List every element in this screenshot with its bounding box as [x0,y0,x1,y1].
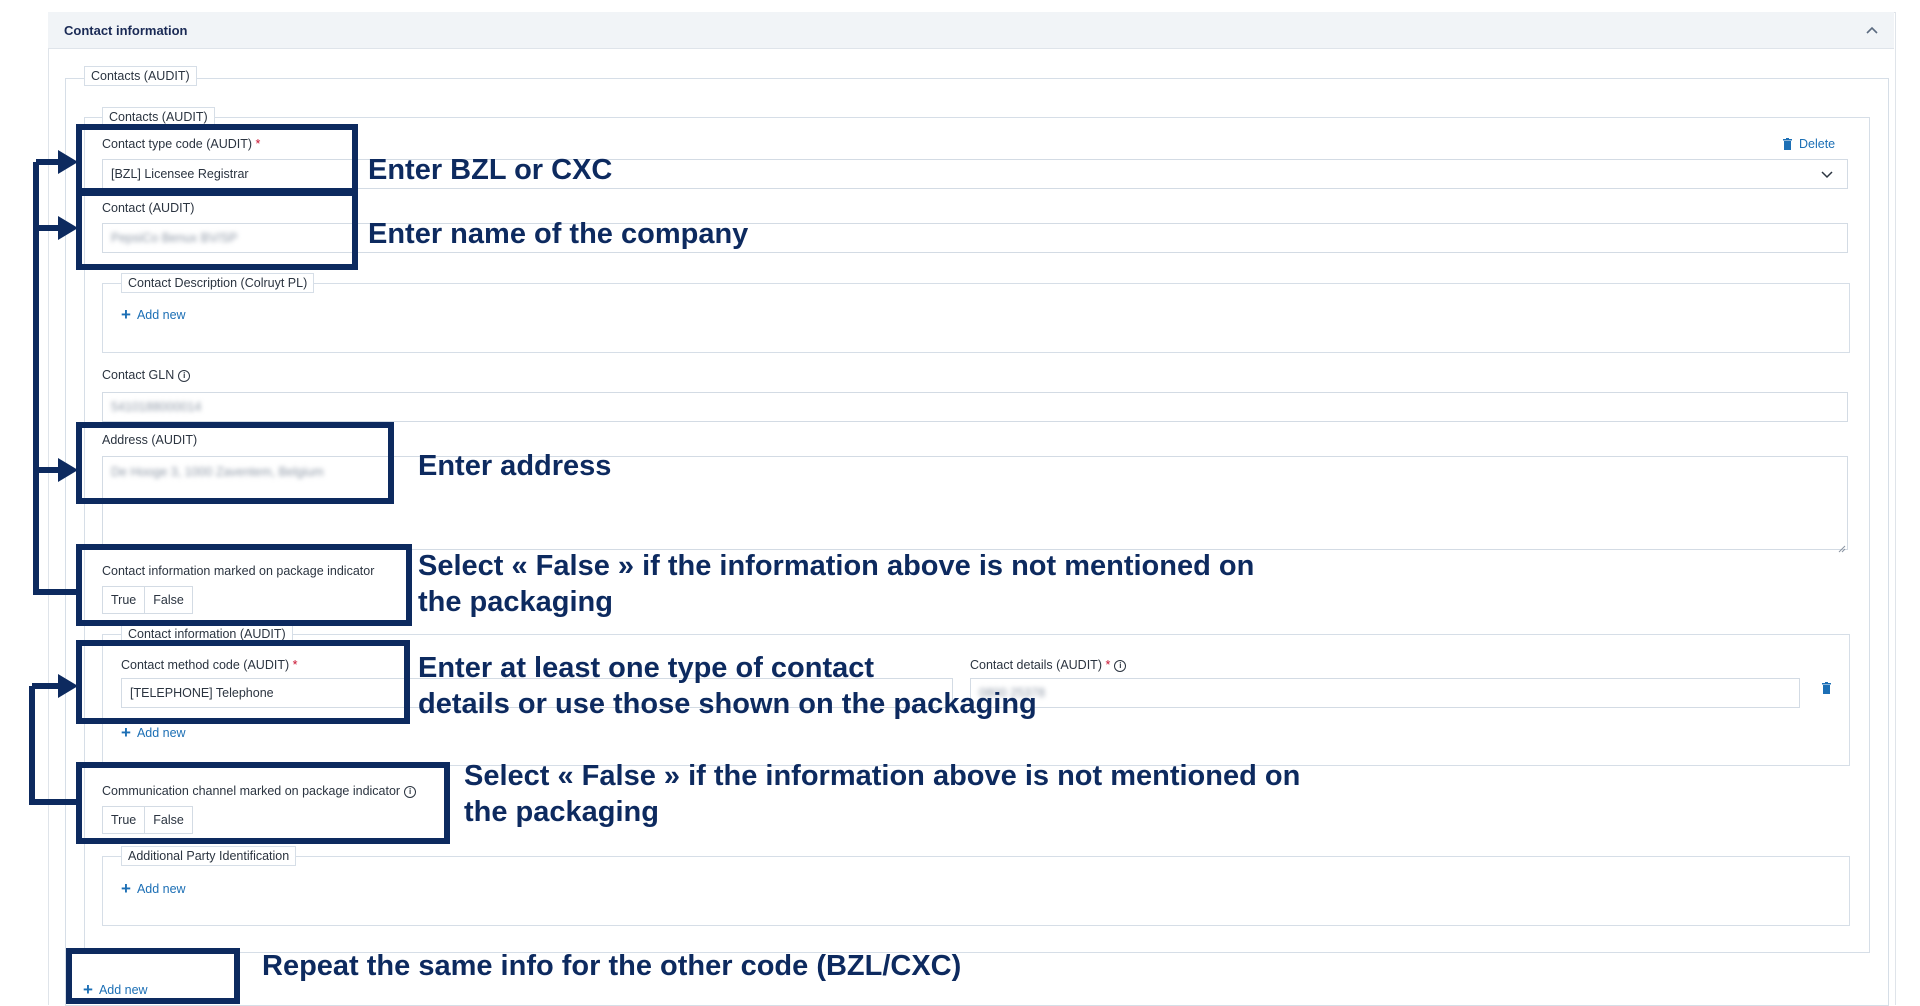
contact-description-fieldset [102,283,1850,353]
plus-icon: + [121,879,131,898]
annotation-enter-address: Enter address [418,450,612,482]
annotation-repeat: Repeat the same info for the other code … [262,950,962,982]
highlight-channel-indicator [76,762,450,844]
plus-icon: + [121,305,131,324]
info-icon[interactable]: i [178,369,191,382]
required-mark: * [1105,658,1111,672]
contact-details-input[interactable]: 0800 25378 [970,678,1800,708]
plus-icon: + [121,723,131,742]
trash-icon[interactable] [1821,681,1832,694]
annotation-channel-line1: Select « False » if the information abov… [464,760,1301,792]
add-new-label: Add new [136,882,186,896]
add-contact-description-button[interactable]: + Add new [121,305,186,324]
contact-type-select[interactable]: [BZL] Licensee Registrar [102,159,1848,189]
add-new-label: Add new [136,308,186,322]
contact-gln-value: 5410188000014 [111,400,202,414]
add-additional-party-button[interactable]: + Add new [121,879,186,898]
additional-party-legend: Additional Party Identification [121,846,297,866]
highlight-address [76,422,394,504]
annotation-enter-name: Enter name of the company [368,218,749,250]
annotation-enter-code: Enter BZL or CXC [368,154,613,186]
annotation-package-line1: Select « False » if the information abov… [418,550,1255,582]
trash-icon [1783,138,1792,150]
contact-description-legend: Contact Description (Colruyt PL) [121,273,315,293]
contact-details-label: Contact details (AUDIT) * i [970,658,1127,672]
chevron-up-icon[interactable] [1862,20,1882,40]
annotation-contact-line2: details or use those shown on the packag… [418,688,1037,720]
resize-handle-icon[interactable] [1838,540,1846,553]
contact-gln-input[interactable]: 5410188000014 [102,392,1848,422]
highlight-contact-method [76,640,410,724]
annotation-channel-line2: the packaging [464,796,659,828]
delete-label: Delete [1799,137,1836,151]
add-new-label: Add new [136,726,186,740]
annotation-arrows [29,150,78,805]
section-header[interactable] [48,12,1894,49]
add-contact-information-button[interactable]: + Add new [121,723,186,742]
annotation-contact-line1: Enter at least one type of contact [418,652,875,684]
additional-party-fieldset [102,856,1850,926]
delete-button[interactable]: Delete [1782,137,1835,151]
chevron-down-icon[interactable] [1818,165,1836,183]
highlight-package-indicator [76,544,412,626]
contact-input[interactable]: PepsiCo Benux BV/SP [102,223,1848,253]
info-icon[interactable]: i [1114,659,1127,672]
annotation-package-line2: the packaging [418,586,613,618]
